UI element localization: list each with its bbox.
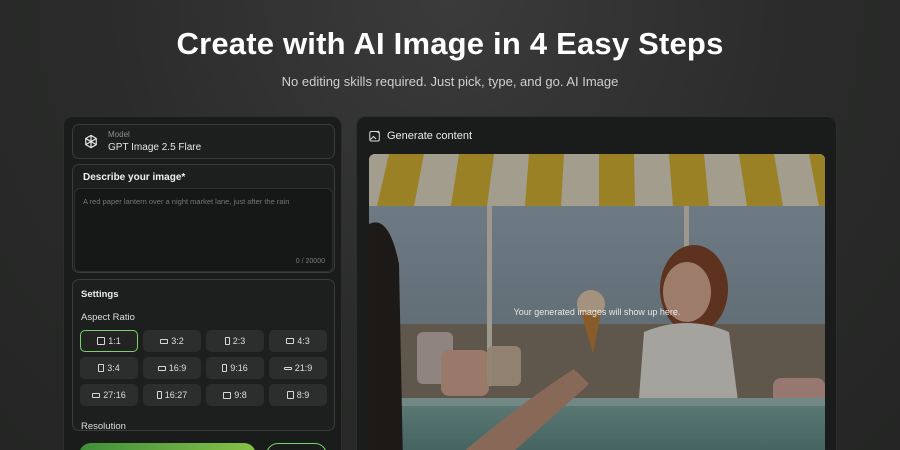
aspect-ratio-label: 8:9: [296, 390, 310, 400]
aspect-ratio-label: 16:9: [168, 363, 187, 373]
output-panel: Generate content Your generated images w…: [356, 116, 837, 450]
sample-preview-image: [369, 154, 825, 450]
aspect-ratio-label: 9:8: [234, 390, 247, 400]
prompt-title: Describe your image*: [83, 172, 186, 183]
aspect-ratio-option[interactable]: 4:3: [269, 330, 327, 352]
aspect-ratio-option[interactable]: 8:9: [269, 384, 327, 406]
aspect-ratio-option[interactable]: 3:2: [143, 330, 201, 352]
output-header: Generate content: [387, 130, 473, 142]
aspect-ratio-label: 3:2: [171, 336, 184, 346]
image-sparkle-icon: [369, 130, 380, 142]
prompt-section: Describe your image* A red paper lantern…: [72, 164, 335, 273]
ratio-shape-icon: [98, 364, 105, 372]
aspect-ratio-label: 2:3: [232, 336, 246, 346]
aspect-ratio-option[interactable]: 9:8: [206, 384, 264, 406]
ratio-shape-icon: [157, 365, 166, 371]
preview-hint: Your generated images will show up here.: [513, 307, 681, 317]
aspect-ratio-label: 9:16: [230, 363, 248, 373]
ratio-shape-icon: [286, 338, 295, 344]
ratio-shape-icon: [97, 337, 106, 345]
settings-section: Settings Aspect Ratio 1:1 3:2 2:3 4:3 3:4 16:…: [72, 279, 335, 431]
ratio-shape-icon: [224, 337, 230, 345]
secondary-button[interactable]: [266, 443, 327, 450]
ratio-shape-icon: [223, 391, 232, 399]
generate-button[interactable]: [79, 443, 256, 450]
ratio-shape-icon: [160, 338, 169, 344]
aspect-ratio-label: 16:27: [164, 390, 188, 400]
ratio-shape-icon: [222, 364, 228, 372]
aspect-ratio-option[interactable]: 27:16: [80, 384, 138, 406]
model-name: GPT Image 2.5 Flare: [108, 142, 202, 153]
aspect-ratio-option[interactable]: 2:3: [206, 330, 264, 352]
preview-area: Your generated images will show up here.: [369, 154, 825, 450]
model-label: Model: [108, 130, 130, 139]
model-selector[interactable]: Model GPT Image 2.5 Flare: [72, 124, 335, 159]
ratio-shape-icon: [156, 391, 162, 399]
aspect-ratio-option[interactable]: 21:9: [269, 357, 327, 379]
prompt-textarea[interactable]: A red paper lantern over a night market …: [74, 188, 333, 272]
hero-subtitle: No editing skills required. Just pick, t…: [281, 74, 619, 89]
aspect-ratio-title: Aspect Ratio: [81, 312, 135, 323]
settings-title: Settings: [81, 289, 119, 300]
aspect-ratio-option[interactable]: 9:16: [206, 357, 264, 379]
resolution-title: Resolution: [81, 421, 126, 431]
aspect-ratio-label: 27:16: [103, 390, 126, 400]
aspect-ratio-grid: 1:1 3:2 2:3 4:3 3:4 16:9 9:16 21:9 27:16 16:27 9:8…: [80, 330, 328, 406]
char-counter: 0 / 20000: [295, 258, 325, 265]
aspect-ratio-label: 4:3: [297, 336, 310, 346]
aspect-ratio-label: 21:9: [294, 363, 313, 373]
ratio-shape-icon: [92, 392, 101, 398]
settings-panel: Model GPT Image 2.5 Flare Describe your …: [63, 116, 342, 450]
aspect-ratio-option[interactable]: 16:27: [143, 384, 201, 406]
ratio-shape-icon: [283, 366, 292, 370]
ratio-shape-icon: [286, 391, 294, 399]
hero-title: Create with AI Image in 4 Easy Steps: [176, 26, 724, 61]
aspect-ratio-label: 3:4: [107, 363, 120, 373]
aspect-ratio-option[interactable]: 3:4: [80, 357, 138, 379]
aspect-ratio-label: 1:1: [108, 336, 121, 346]
prompt-placeholder: A red paper lantern over a night market …: [83, 197, 290, 206]
aspect-ratio-option[interactable]: 1:1: [80, 330, 138, 352]
aspect-ratio-option[interactable]: 16:9: [143, 357, 201, 379]
openai-logo-icon: [85, 134, 97, 149]
